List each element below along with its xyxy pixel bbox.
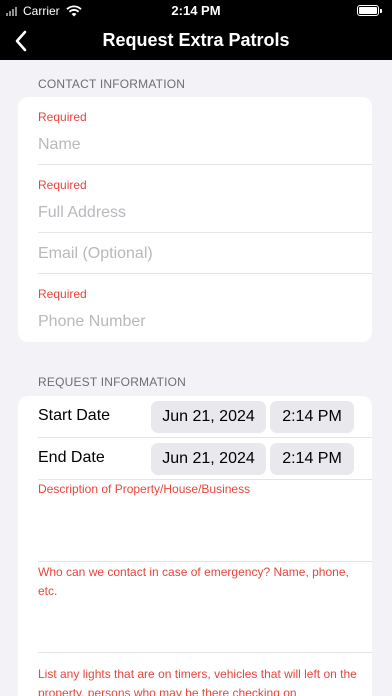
contact-section-header: CONTACT INFORMATION <box>38 77 186 91</box>
name-required-label: Required <box>38 110 87 124</box>
page-title: Request Extra Patrols <box>102 30 290 50</box>
status-bar: Carrier 2:14 PM <box>0 0 392 22</box>
request-section-header: REQUEST INFORMATION <box>38 375 187 389</box>
email-field[interactable]: Email (Optional) <box>38 233 372 274</box>
end-time-picker[interactable]: 2:14 PM <box>270 443 354 475</box>
email-input[interactable]: Email (Optional) <box>38 245 153 263</box>
battery-icon <box>357 5 382 16</box>
address-field[interactable]: Required Full Address <box>38 165 372 233</box>
end-date-picker[interactable]: Jun 21, 2024 <box>151 443 266 475</box>
end-date-label: End Date <box>38 449 105 466</box>
start-time-picker[interactable]: 2:14 PM <box>270 401 354 433</box>
request-card: Start Date Jun 21, 2024 2:14 PM End Date… <box>18 396 372 696</box>
phone-input[interactable]: Phone Number <box>38 313 146 331</box>
divider <box>38 561 372 562</box>
address-required-label: Required <box>38 178 87 192</box>
start-date-label: Start Date <box>38 407 111 424</box>
start-date-row: Start Date Jun 21, 2024 2:14 PM <box>18 396 372 438</box>
contact-card: Required Name Required Full Address Emai… <box>18 97 372 342</box>
phone-field[interactable]: Required Phone Number <box>38 274 372 342</box>
name-field[interactable]: Required Name <box>38 97 372 165</box>
divider <box>38 652 372 653</box>
address-input[interactable]: Full Address <box>38 204 126 222</box>
emergency-contact-textarea[interactable]: Who can we contact in case of emergency?… <box>38 563 364 601</box>
timers-vehicles-textarea[interactable]: List any lights that are on timers, vehi… <box>38 665 364 696</box>
start-date-picker[interactable]: Jun 21, 2024 <box>151 401 266 433</box>
navigation-bar: Request Extra Patrols <box>0 22 392 60</box>
name-input[interactable]: Name <box>38 136 81 154</box>
phone-required-label: Required <box>38 287 87 301</box>
status-time: 2:14 PM <box>171 3 221 18</box>
end-date-row: End Date Jun 21, 2024 2:14 PM <box>18 438 372 480</box>
property-description-textarea[interactable]: Description of Property/House/Business <box>38 480 364 499</box>
